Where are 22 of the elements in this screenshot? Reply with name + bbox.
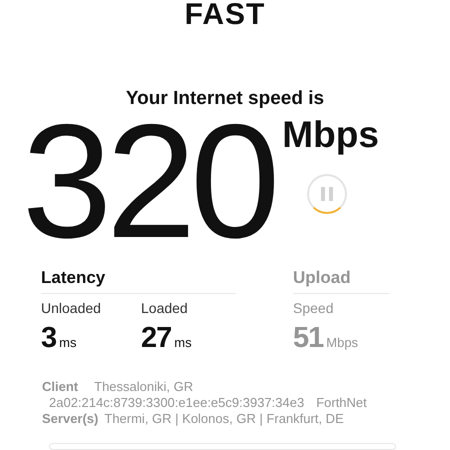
metric-value: 27 bbox=[141, 322, 172, 355]
speed-unit: Mbps bbox=[282, 114, 379, 156]
section-title: Latency bbox=[41, 268, 236, 294]
section-title: Upload bbox=[293, 268, 389, 294]
logo: FAST bbox=[184, 0, 266, 30]
metric-unit: ms bbox=[59, 335, 76, 350]
metric-value: 3 bbox=[41, 322, 56, 355]
metric-unit: Mbps bbox=[326, 335, 358, 350]
metric-label: Speed bbox=[293, 300, 334, 316]
metric-value: 51 bbox=[293, 322, 324, 355]
metric-label: Unloaded bbox=[41, 300, 102, 316]
client-ip: 2a02:214c:8739:3300:e1ee:e5c9:3937:34e3 bbox=[49, 395, 304, 411]
headline: Your Internet speed is bbox=[126, 88, 324, 110]
pause-button[interactable] bbox=[306, 174, 347, 214]
server-list: Thermi, GR | Kolonos, GR | Frankfurt, DE bbox=[104, 411, 344, 427]
client-isp: ForthNet bbox=[316, 395, 367, 411]
metric-unit: ms bbox=[174, 335, 192, 350]
metric-label: Loaded bbox=[141, 300, 189, 316]
speed-value: 320 bbox=[22, 114, 274, 248]
servers-label: Server(s) bbox=[42, 411, 98, 427]
client-location: Thessaloniki, GR bbox=[94, 379, 194, 395]
client-label: Client bbox=[42, 379, 78, 395]
